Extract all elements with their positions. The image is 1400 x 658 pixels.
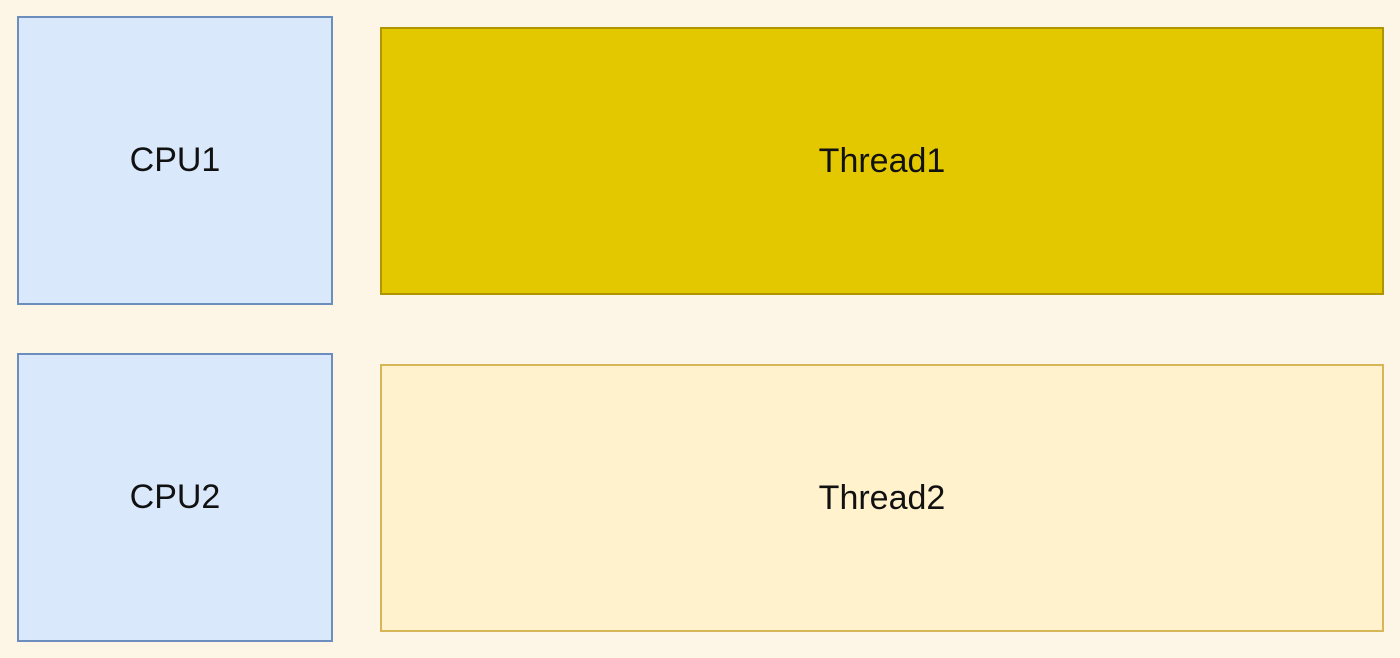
thread2-label: Thread2 — [818, 478, 946, 517]
cpu2-box: CPU2 — [17, 353, 333, 642]
diagram-canvas: { "cpus": [ {"label": "CPU1", "fill": "#… — [0, 0, 1400, 658]
thread1-label: Thread1 — [818, 141, 946, 180]
thread2-box: Thread2 — [380, 364, 1384, 632]
cpu1-label: CPU1 — [129, 141, 221, 179]
cpu1-box: CPU1 — [17, 16, 333, 305]
cpu2-label: CPU2 — [129, 478, 221, 516]
thread1-box: Thread1 — [380, 27, 1384, 295]
